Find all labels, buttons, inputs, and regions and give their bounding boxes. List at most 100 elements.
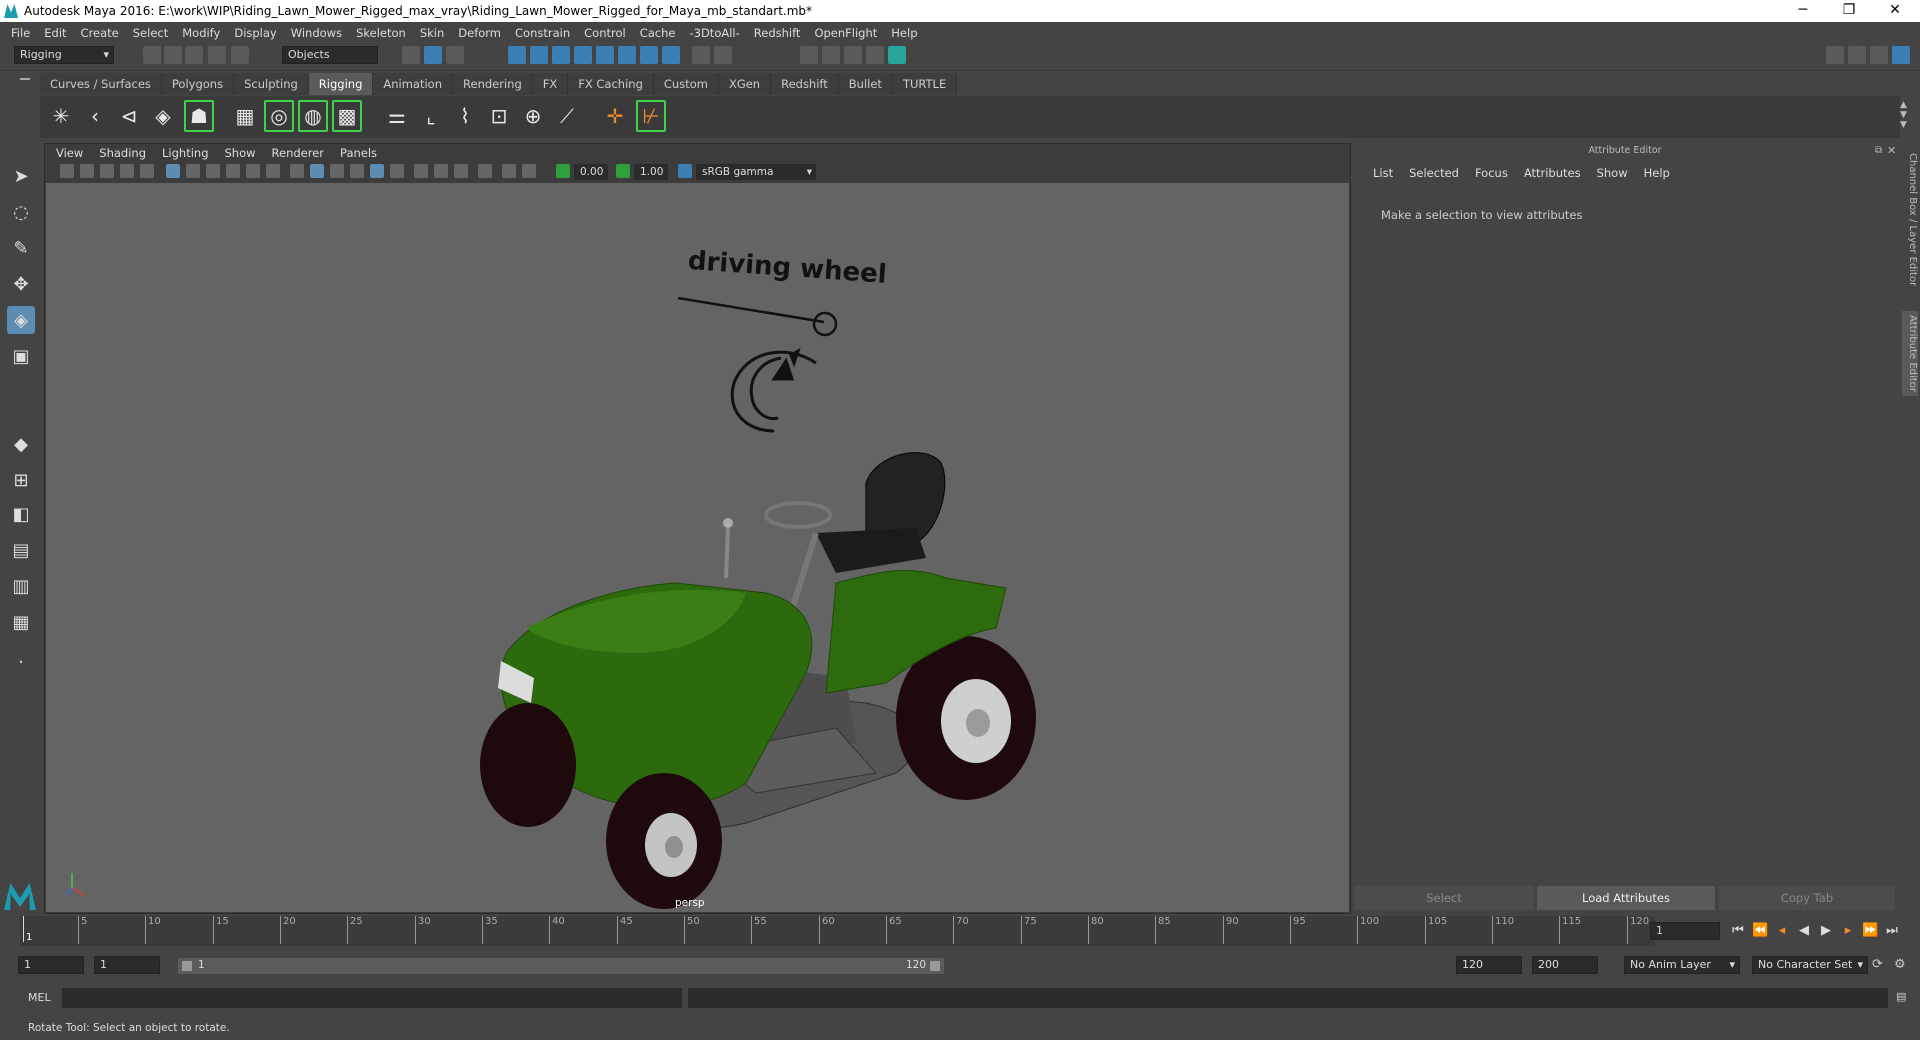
playback-start-field[interactable]: 1 bbox=[94, 956, 160, 974]
range-end-handle[interactable] bbox=[930, 961, 940, 971]
select-by-object-icon[interactable] bbox=[424, 46, 442, 64]
tool-settings-toggle-icon[interactable] bbox=[1892, 46, 1910, 64]
ipr-render-icon[interactable] bbox=[844, 46, 862, 64]
point-constraint-icon[interactable]: ✛ bbox=[600, 100, 630, 132]
gamma-icon[interactable] bbox=[616, 164, 630, 178]
ae-menu-list[interactable]: List bbox=[1365, 166, 1401, 180]
shelf-tab-rigging[interactable]: Rigging bbox=[308, 73, 374, 95]
menu-item[interactable]: Skin bbox=[413, 26, 451, 40]
cluster-icon[interactable]: ⚌ bbox=[382, 100, 412, 132]
animation-start-field[interactable]: 1 bbox=[18, 956, 84, 974]
shelf-tab[interactable]: Redshift bbox=[771, 73, 839, 95]
attribute-editor-toggle-icon[interactable] bbox=[1870, 46, 1888, 64]
range-start-handle[interactable] bbox=[182, 961, 192, 971]
rotate-tool-icon[interactable]: ◈ bbox=[7, 306, 35, 334]
image-plane-icon[interactable] bbox=[120, 164, 134, 178]
shelf-tab[interactable]: Polygons bbox=[161, 73, 235, 95]
xray-joints-icon[interactable] bbox=[522, 164, 536, 178]
shelf-tab[interactable]: FX bbox=[532, 73, 569, 95]
symmetry-icon[interactable] bbox=[662, 46, 680, 64]
shelf-tab[interactable]: Sculpting bbox=[234, 73, 309, 95]
menu-item[interactable]: Constrain bbox=[508, 26, 577, 40]
viewport-canvas[interactable]: driving wheel bbox=[46, 183, 1349, 912]
close-icon[interactable]: ✕ bbox=[1887, 144, 1896, 157]
step-forward-key-icon[interactable]: ⏩ bbox=[1862, 923, 1878, 939]
wrap-icon[interactable]: ⌇ bbox=[450, 100, 480, 132]
load-attributes-button[interactable]: Load Attributes bbox=[1537, 886, 1715, 910]
joint-tool-icon[interactable]: ✳ bbox=[46, 100, 76, 132]
range-slider[interactable]: 1 120 bbox=[178, 958, 944, 974]
scale-tool-icon[interactable]: ▣ bbox=[7, 342, 35, 370]
menu-item[interactable]: Windows bbox=[284, 26, 349, 40]
hypershade-icon[interactable] bbox=[888, 46, 906, 64]
ae-menu-selected[interactable]: Selected bbox=[1401, 166, 1467, 180]
exposure-icon[interactable] bbox=[556, 164, 570, 178]
menu-item[interactable]: Modify bbox=[175, 26, 227, 40]
close-button[interactable]: ✕ bbox=[1872, 0, 1918, 22]
ik-spline-icon[interactable]: ⊲ bbox=[114, 100, 144, 132]
current-time-marker[interactable] bbox=[23, 916, 24, 942]
animation-end-field[interactable]: 200 bbox=[1532, 956, 1598, 974]
minimize-button[interactable]: ─ bbox=[1780, 0, 1826, 22]
undo-icon[interactable] bbox=[208, 46, 226, 64]
ambient-occlusion-icon[interactable] bbox=[414, 164, 428, 178]
snap-mesh-icon[interactable] bbox=[618, 46, 636, 64]
rigid-bind-icon[interactable]: ◍ bbox=[298, 100, 328, 132]
quick-rig-icon[interactable]: ◈ bbox=[148, 100, 178, 132]
gate-mask-icon[interactable] bbox=[226, 164, 240, 178]
exposure-field[interactable]: 0.00 bbox=[574, 164, 608, 180]
go-to-start-icon[interactable]: ⏮ bbox=[1730, 923, 1746, 939]
preferences-icon[interactable]: ⚙ bbox=[1894, 957, 1910, 973]
panel-menu-lighting[interactable]: Lighting bbox=[154, 144, 216, 162]
float-panel-icon[interactable]: ⧉ bbox=[1875, 145, 1882, 156]
layout-graph-icon[interactable]: ▦ bbox=[7, 608, 35, 636]
menu-item[interactable]: Cache bbox=[633, 26, 683, 40]
ae-menu-attributes[interactable]: Attributes bbox=[1516, 166, 1589, 180]
paint-weights-icon[interactable]: ▩ bbox=[332, 100, 362, 132]
render-settings-icon[interactable] bbox=[866, 46, 884, 64]
snap-grid-icon[interactable] bbox=[508, 46, 526, 64]
make-live-icon[interactable] bbox=[640, 46, 658, 64]
interactive-bind-icon[interactable]: ◎ bbox=[264, 100, 294, 132]
copy-tab-button[interactable]: Copy Tab bbox=[1719, 886, 1895, 910]
character-set-dropdown[interactable]: No Character Set ▾ bbox=[1752, 956, 1868, 974]
color-management-icon[interactable] bbox=[678, 164, 692, 178]
panel-menu-show[interactable]: Show bbox=[217, 144, 264, 162]
panel-menu-panels[interactable]: Panels bbox=[332, 144, 385, 162]
construction-history-icon[interactable] bbox=[714, 46, 732, 64]
layout-more-icon[interactable]: · bbox=[7, 648, 35, 676]
menu-item[interactable]: Control bbox=[577, 26, 633, 40]
smooth-shade-icon[interactable] bbox=[310, 164, 324, 178]
snap-curve-icon[interactable] bbox=[530, 46, 548, 64]
ae-menu-help[interactable]: Help bbox=[1636, 166, 1678, 180]
auto-key-icon[interactable]: ⟳ bbox=[1872, 957, 1888, 973]
select-by-hierarchy-icon[interactable] bbox=[402, 46, 420, 64]
snap-live-icon[interactable] bbox=[596, 46, 614, 64]
shadows-icon[interactable] bbox=[390, 164, 404, 178]
render-view-icon[interactable] bbox=[800, 46, 818, 64]
shelf-scroll-arrows[interactable]: ▲ ▼ ▼ bbox=[1900, 100, 1912, 130]
camera-attributes-icon[interactable] bbox=[80, 164, 94, 178]
restore-button[interactable]: ❐ bbox=[1826, 0, 1872, 22]
go-to-end-icon[interactable]: ⏭ bbox=[1884, 923, 1900, 939]
layout-outliner-icon[interactable]: ▤ bbox=[7, 536, 35, 564]
open-scene-icon[interactable] bbox=[164, 46, 182, 64]
select-camera-icon[interactable] bbox=[60, 164, 74, 178]
resolution-gate-icon[interactable] bbox=[206, 164, 220, 178]
field-chart-icon[interactable] bbox=[246, 164, 260, 178]
lasso-tool-icon[interactable]: ◌ bbox=[7, 198, 35, 226]
step-forward-frame-icon[interactable]: ▸ bbox=[1840, 923, 1856, 939]
layout-vertical-icon[interactable]: ▥ bbox=[7, 572, 35, 600]
menu-item[interactable]: File bbox=[4, 26, 37, 40]
redo-icon[interactable] bbox=[231, 46, 249, 64]
safe-action-icon[interactable] bbox=[266, 164, 280, 178]
menu-item[interactable]: Display bbox=[227, 26, 283, 40]
wireframe-on-shaded-icon[interactable] bbox=[330, 164, 344, 178]
film-gate-icon[interactable] bbox=[186, 164, 200, 178]
layout-side-icon[interactable]: ◧ bbox=[7, 500, 35, 528]
command-input[interactable] bbox=[62, 988, 682, 1008]
ae-menu-show[interactable]: Show bbox=[1589, 166, 1636, 180]
command-language-label[interactable]: MEL bbox=[28, 991, 51, 1004]
shelf-tab[interactable]: TURTLE bbox=[892, 73, 958, 95]
menuset-dropdown[interactable]: Rigging ▾ bbox=[14, 46, 114, 64]
